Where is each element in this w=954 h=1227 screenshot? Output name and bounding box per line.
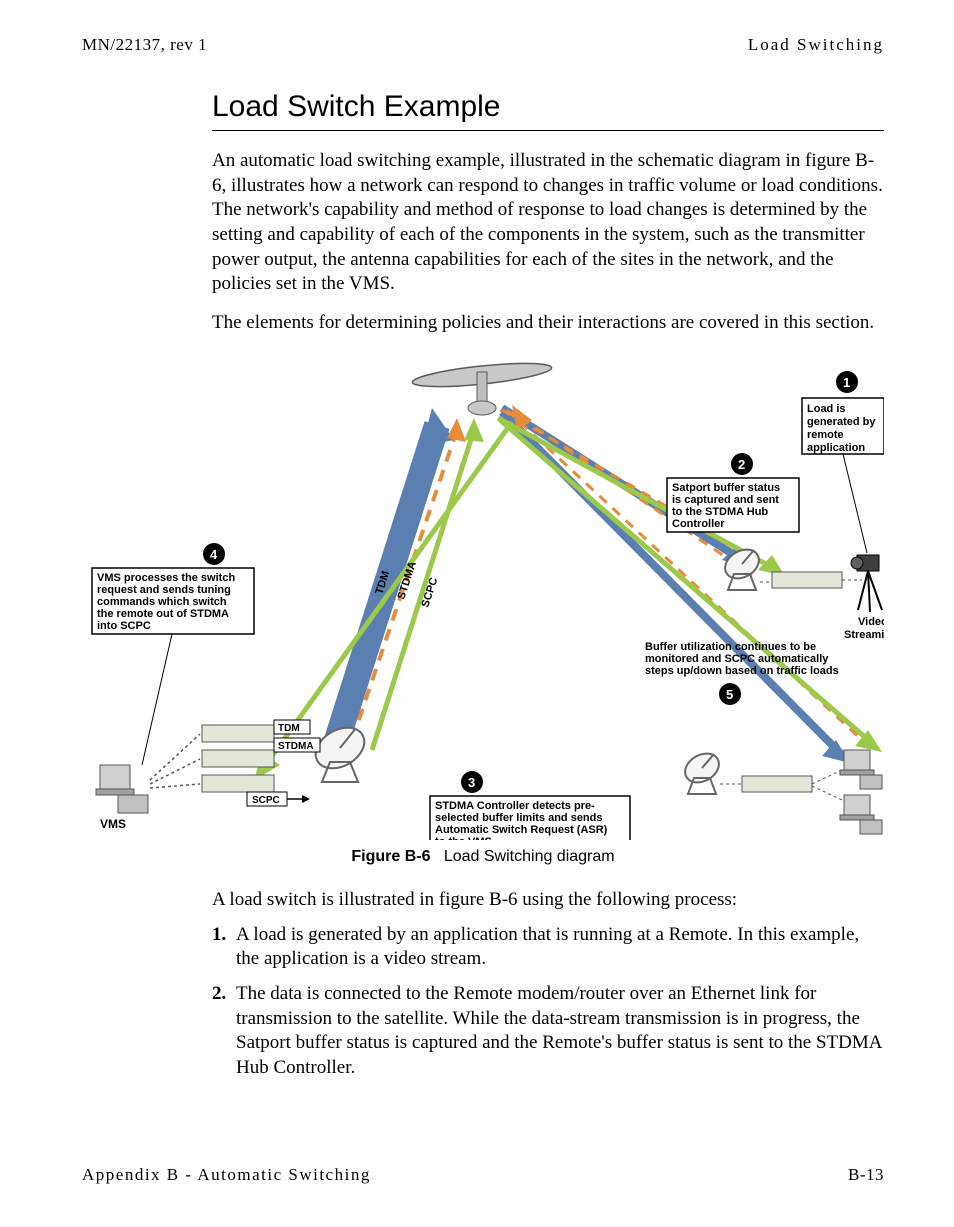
list-num-2: 2. bbox=[212, 982, 232, 1081]
satellite-icon bbox=[411, 359, 552, 415]
hub-stdma: STDMA bbox=[278, 741, 314, 752]
callout-2-l2: is captured and sent bbox=[672, 494, 779, 506]
callout-1-line4: application bbox=[807, 442, 865, 454]
intro-para-1: An automatic load switching example, ill… bbox=[212, 149, 884, 297]
figure-caption: Figure B-6 Load Switching diagram bbox=[82, 848, 884, 866]
title-underline bbox=[212, 130, 884, 131]
callout-3-l4: to the VMS bbox=[435, 836, 492, 840]
callout-4-l5: into SCPC bbox=[97, 620, 151, 632]
callout-1-line1: Load is bbox=[807, 403, 846, 415]
list-item-1: 1. A load is generated by an application… bbox=[212, 923, 884, 972]
remote-bottom-right bbox=[680, 748, 882, 834]
doc-id: MN/22137, rev 1 bbox=[82, 35, 207, 55]
callout-4-l2: request and sends tuning bbox=[97, 584, 231, 596]
callout-2-l1: Satport buffer status bbox=[672, 482, 780, 494]
callout-4-l1: VMS processes the switch bbox=[97, 572, 235, 584]
callout-1-line3: remote bbox=[807, 429, 844, 441]
callout-3-l2: selected buffer limits and sends bbox=[435, 812, 603, 824]
post-figure-intro: A load switch is illustrated in figure B… bbox=[212, 888, 884, 913]
hub-scpc: SCPC bbox=[252, 795, 280, 806]
video-label: Video bbox=[858, 616, 884, 628]
page-footer: Appendix B - Automatic Switching B-13 bbox=[82, 1165, 884, 1185]
callout-5-l3: steps up/down based on traffic loads bbox=[645, 665, 839, 677]
list-text-1: A load is generated by an application th… bbox=[236, 923, 884, 972]
appendix-label: Appendix B - Automatic Switching bbox=[82, 1165, 371, 1185]
callout-4-l4: the remote out of STDMA bbox=[97, 608, 229, 620]
marker-4-num: 4 bbox=[210, 547, 218, 562]
marker-1-num: 1 bbox=[843, 375, 850, 390]
load-switching-diagram: TDM STDMA SCPC TDM STDMA SCPC bbox=[82, 350, 884, 840]
page-number: B-13 bbox=[848, 1165, 884, 1185]
figure-number: Figure B-6 bbox=[351, 848, 430, 865]
tdm-arrow-up bbox=[337, 408, 454, 740]
callout-2-l4: Controller bbox=[672, 518, 725, 530]
list-num-1: 1. bbox=[212, 923, 232, 972]
streaming-label: Streaming bbox=[844, 629, 884, 641]
remote-top-right: Video Streaming bbox=[720, 544, 884, 641]
callout-5-l1: Buffer utilization continues to be bbox=[645, 641, 816, 653]
section-name: Load Switching bbox=[748, 35, 884, 55]
section-title: Load Switch Example bbox=[212, 90, 884, 124]
list-text-2: The data is connected to the Remote mode… bbox=[236, 982, 884, 1081]
figure-title: Load Switching diagram bbox=[444, 848, 615, 865]
marker-2-num: 2 bbox=[738, 457, 745, 472]
figure-b6: TDM STDMA SCPC TDM STDMA SCPC bbox=[82, 350, 884, 866]
callout-1-line2: generated by bbox=[807, 416, 876, 428]
vms-label: VMS bbox=[100, 817, 126, 831]
list-item-2: 2. The data is connected to the Remote m… bbox=[212, 982, 884, 1081]
intro-para-2: The elements for determining policies an… bbox=[212, 311, 884, 336]
callout-4-leader bbox=[142, 634, 172, 765]
callout-4-l3: commands which switch bbox=[97, 596, 227, 608]
callout-1-leader bbox=[843, 454, 867, 553]
hub-site: TDM STDMA SCPC VMS bbox=[96, 719, 372, 831]
hub-tdm: TDM bbox=[278, 723, 300, 734]
marker-5-num: 5 bbox=[726, 687, 733, 702]
callout-3-l3: Automatic Switch Request (ASR) bbox=[435, 824, 608, 836]
callout-5-l2: monitored and SCPC automatically bbox=[645, 653, 829, 665]
callout-3-l1: STDMA Controller detects pre- bbox=[435, 800, 595, 812]
callout-2-l3: to the STDMA Hub bbox=[672, 506, 768, 518]
scpc-label: SCPC bbox=[419, 576, 440, 609]
marker-3-num: 3 bbox=[468, 775, 475, 790]
page-header: MN/22137, rev 1 Load Switching bbox=[82, 35, 884, 55]
